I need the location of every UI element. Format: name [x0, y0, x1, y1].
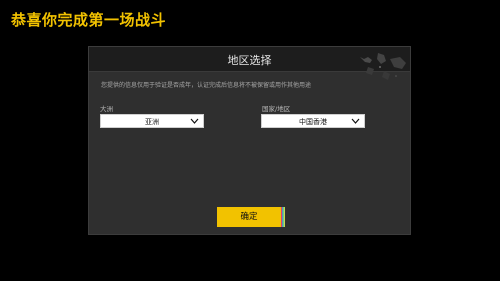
chevron-down-icon [190, 118, 199, 124]
map-pattern-decoration [360, 53, 406, 80]
chevron-down-icon [351, 118, 360, 124]
continent-value: 亚洲 [145, 118, 159, 126]
region-select[interactable]: 中国香港 [261, 114, 365, 128]
button-accent-decoration [281, 207, 285, 227]
continent-label: 大洲 [100, 105, 113, 113]
page-title: 恭喜你完成第一场战斗 [11, 11, 167, 29]
region-value: 中国香港 [299, 118, 327, 126]
region-label: 国家/地区 [262, 105, 291, 113]
confirm-button[interactable]: 确定 [217, 207, 281, 227]
continent-select[interactable]: 亚洲 [100, 114, 204, 128]
notice-text: 您提供的信息仅用于验证是否成年，认证完成后信息将不被保留或用作其他用途 [101, 82, 312, 89]
